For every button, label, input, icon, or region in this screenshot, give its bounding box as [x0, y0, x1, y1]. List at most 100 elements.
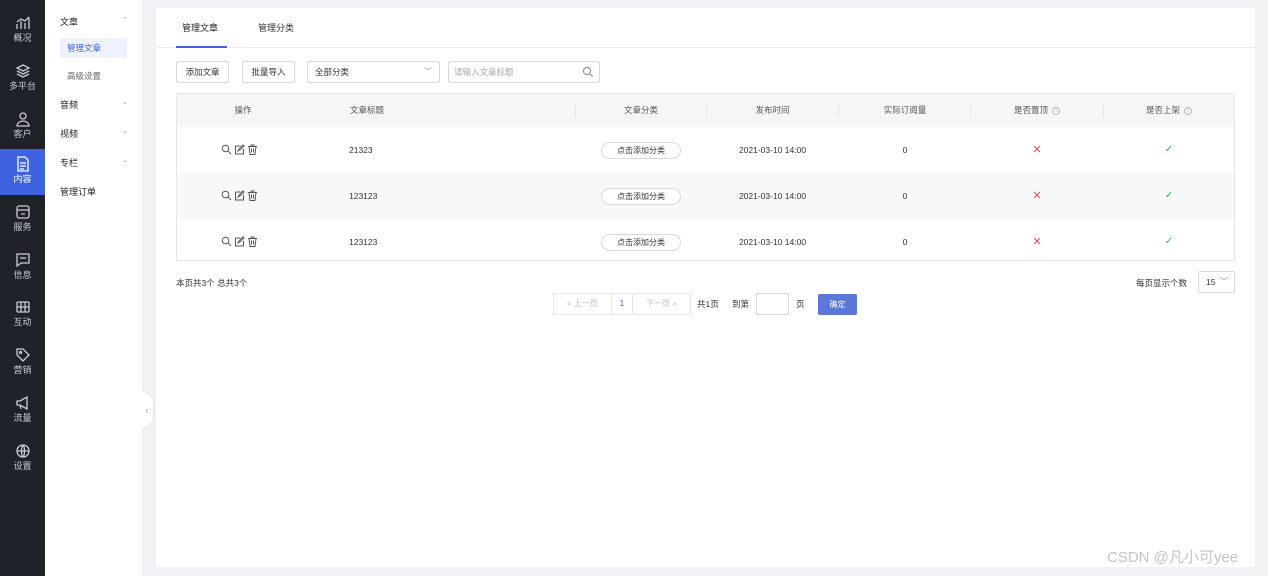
page-summary: 本页共3个 总共3个: [176, 278, 248, 288]
rail-label: 信息: [13, 270, 32, 280]
delete-icon[interactable]: [247, 190, 258, 201]
rail-item-interaction[interactable]: 互动: [0, 292, 45, 336]
table-row: 123123 点击添加分类 2021-03-10 14:00 0 ✕ ✓: [177, 219, 1234, 265]
listed-check-icon[interactable]: ✓: [1109, 127, 1229, 173]
subnav-item-manage-articles[interactable]: 管理文章: [60, 38, 127, 58]
per-page-select[interactable]: 15 ﹀: [1198, 271, 1235, 293]
header-divider: [706, 105, 707, 117]
rail-label: 互动: [13, 317, 32, 327]
chevron-up-icon[interactable]: ⌃: [122, 16, 128, 24]
info-icon[interactable]: i: [1184, 106, 1192, 115]
search-input[interactable]: [449, 62, 569, 82]
search-box: [448, 61, 600, 83]
interaction-icon: [15, 301, 30, 313]
tab-bar: 管理文章 管理分类: [156, 8, 1255, 48]
subnav-group-video[interactable]: 视频: [60, 127, 78, 140]
rail-item-overview[interactable]: 概况: [0, 8, 45, 52]
goto-page-field[interactable]: [757, 294, 788, 314]
chevron-down-icon[interactable]: ⌄: [122, 98, 128, 106]
tab-manage-categories[interactable]: 管理分类: [258, 21, 294, 34]
service-icon: [15, 205, 30, 219]
search-icon[interactable]: [582, 66, 594, 78]
category-select[interactable]: 全部分类 ﹀: [307, 61, 440, 83]
add-category-button[interactable]: 点击添加分类: [601, 142, 681, 159]
secondary-nav: 文章 ⌃ 管理文章 高级设置 音频 ⌄ 视频 ⌄ 专栏 ⌄ 管理订单: [45, 0, 142, 576]
add-category-button[interactable]: 点击添加分类: [601, 234, 681, 251]
edit-icon[interactable]: [234, 236, 245, 247]
chevron-down-icon[interactable]: ⌄: [122, 127, 128, 135]
delete-icon[interactable]: [247, 236, 258, 247]
table-row: 21323 点击添加分类 2021-03-10 14:00 0 ✕ ✓: [177, 127, 1234, 173]
double-chevron-right-icon: »: [672, 299, 677, 308]
collapse-sidebar-button[interactable]: ‹: [141, 392, 153, 428]
rail-item-settings[interactable]: 设置: [0, 436, 45, 480]
goto-page-input[interactable]: [756, 293, 789, 315]
per-page-value: 15: [1206, 277, 1216, 287]
subnav-group-audio[interactable]: 音频: [60, 98, 78, 111]
rail-item-customers[interactable]: 客户: [0, 104, 45, 148]
next-page-button[interactable]: 下一页 »: [632, 293, 691, 315]
edit-icon[interactable]: [234, 190, 245, 201]
header-divider: [838, 105, 839, 117]
subnav-group-column[interactable]: 专栏: [60, 156, 78, 169]
info-icon[interactable]: i: [1052, 106, 1060, 115]
publish-time: 2021-03-10 14:00: [738, 237, 807, 247]
total-pages: 共1页: [697, 299, 719, 309]
add-category-button[interactable]: 点击添加分类: [601, 188, 681, 205]
article-title[interactable]: 123123: [327, 219, 407, 265]
not-pinned-icon[interactable]: ✕: [977, 173, 1097, 219]
watermark-text: CSDN @凡小可yee: [1107, 549, 1239, 566]
header-pinned: 是否置顶 i: [977, 94, 1097, 127]
subnav-item-advanced-settings[interactable]: 高级设置: [60, 66, 127, 86]
publish-time: 2021-03-10 14:00: [738, 191, 807, 201]
not-pinned-icon[interactable]: ✕: [977, 219, 1097, 265]
rail-item-messages[interactable]: 信息: [0, 245, 45, 289]
megaphone-icon: [15, 395, 28, 411]
listed-check-icon[interactable]: ✓: [1109, 219, 1229, 265]
header-divider: [575, 105, 576, 117]
view-icon[interactable]: [221, 236, 232, 247]
tab-manage-articles[interactable]: 管理文章: [182, 21, 218, 34]
view-icon[interactable]: [221, 144, 232, 155]
rail-item-multiplatform[interactable]: 多平台: [0, 56, 45, 100]
main-nav-rail: 概况 多平台 客户 内容 服务 信息 互动 营销 流量 设置: [0, 0, 45, 576]
per-page-label: 每页显示个数: [1136, 278, 1188, 288]
globe-icon: [15, 444, 30, 458]
tag-icon: [15, 348, 30, 362]
rail-label: 服务: [13, 222, 32, 232]
page-unit-label: 页: [796, 299, 805, 309]
subnav-item-manage-orders[interactable]: 管理订单: [60, 185, 96, 198]
chevron-down-icon[interactable]: ⌄: [122, 156, 128, 164]
double-chevron-left-icon: «: [567, 299, 572, 308]
rail-label: 营销: [13, 365, 32, 375]
rail-item-service[interactable]: 服务: [0, 197, 45, 241]
rail-label: 设置: [13, 461, 32, 471]
delete-icon[interactable]: [247, 144, 258, 155]
add-article-button[interactable]: 添加文章: [176, 61, 229, 83]
confirm-goto-button[interactable]: 确定: [818, 294, 857, 315]
rail-label: 客户: [13, 129, 32, 139]
rail-label: 内容: [13, 174, 32, 184]
header-title: 文章标题: [349, 105, 384, 115]
category-select-value: 全部分类: [315, 67, 350, 77]
rail-label: 概况: [13, 33, 32, 43]
header-listed-label: 是否上架: [1145, 105, 1180, 115]
bulk-import-button[interactable]: 批量导入: [242, 61, 295, 83]
not-pinned-icon[interactable]: ✕: [977, 127, 1097, 173]
page-number-1[interactable]: 1: [611, 293, 633, 315]
article-title[interactable]: 123123: [327, 173, 407, 219]
subnav-group-articles[interactable]: 文章: [60, 15, 78, 28]
rail-item-content[interactable]: 内容: [0, 149, 45, 195]
rail-item-marketing[interactable]: 营销: [0, 340, 45, 384]
prev-page-button[interactable]: « 上一页: [553, 293, 612, 315]
layers-icon: [15, 64, 30, 78]
view-icon[interactable]: [221, 190, 232, 201]
active-tab-indicator: [176, 46, 227, 48]
main-panel: 管理文章 管理分类 添加文章 批量导入 全部分类 ﹀ 操作 文章标题 文章分类 …: [156, 8, 1255, 567]
article-title[interactable]: 21323: [327, 127, 407, 173]
listed-check-icon[interactable]: ✓: [1109, 173, 1229, 219]
edit-icon[interactable]: [234, 144, 245, 155]
subscription-count: 0: [902, 191, 908, 201]
user-icon: [15, 112, 30, 127]
rail-item-traffic[interactable]: 流量: [0, 388, 45, 432]
